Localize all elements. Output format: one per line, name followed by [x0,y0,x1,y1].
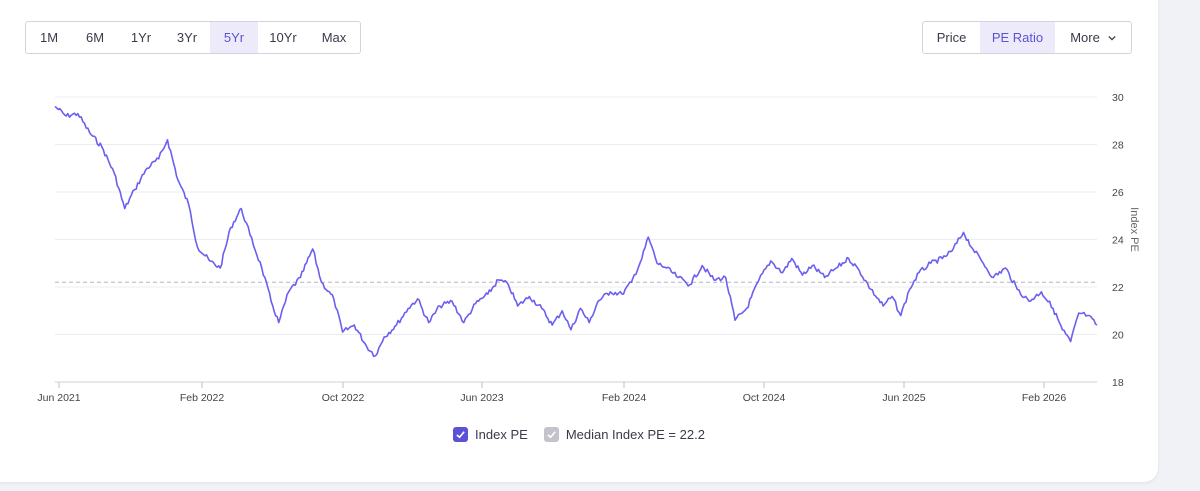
y-axis-ticks: 18 20 22 24 26 28 30 [1112,92,1124,389]
y-tick-label: 30 [1112,92,1124,104]
checkbox-checked-icon[interactable] [453,427,469,442]
legend-label-median: Median Index PE = 22.2 [565,427,705,442]
checkbox-checked-icon[interactable] [543,427,559,442]
chart-card: 1M 6M 1Yr 3Yr 5Yr 10Yr Max Price PE Rati… [0,0,1158,482]
legend-item-index-pe[interactable]: Index PE [453,427,528,442]
x-tick-label: Feb 2022 [180,392,225,404]
y-tick-label: 22 [1112,282,1124,294]
x-tick-label: Feb 2026 [1022,392,1067,404]
x-axis-ticks: Jun 2021 Feb 2022 Oct 2022 Jun 2023 Feb 2024… [37,382,1066,404]
y-tick-label: 28 [1112,140,1124,152]
legend-item-median[interactable]: Median Index PE = 22.2 [543,427,705,442]
legend-label-index-pe: Index PE [475,427,528,442]
x-tick-label: Jun 2021 [37,392,80,404]
grid-lines [55,96,1097,383]
y-tick-label: 26 [1112,187,1124,199]
x-tick-label: Jun 2025 [882,392,925,404]
y-axis-label: Index PE [1128,207,1140,252]
x-tick-label: Feb 2024 [602,392,647,404]
y-tick-label: 18 [1112,377,1124,389]
legend: Index PE Median Index PE = 22.2 [0,427,1158,442]
pe-line-chart: 18202224262830 Jun 2021 Feb 2022 Oct 2022 J… [37,92,1140,404]
y-tick-label: 24 [1112,235,1124,247]
x-tick-label: Oct 2024 [743,392,786,404]
y-tick-label: 20 [1112,330,1124,342]
x-tick-label: Jun 2023 [460,392,503,404]
series-line-index-pe [54,105,1098,358]
x-tick-label: Oct 2022 [322,392,365,404]
